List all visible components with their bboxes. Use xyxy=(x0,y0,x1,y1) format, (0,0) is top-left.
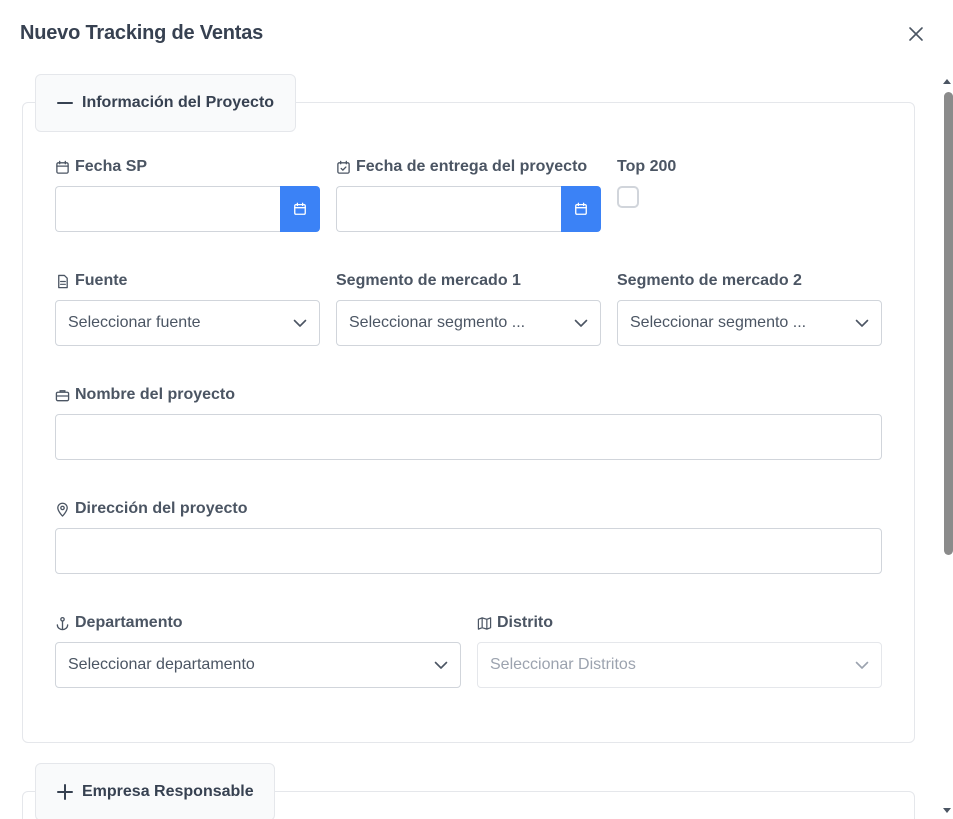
nombre-input[interactable] xyxy=(55,414,882,460)
segmento2-select[interactable]: Seleccionar segmento ... xyxy=(617,300,882,346)
calendar-icon xyxy=(575,202,587,215)
scroll-up-arrow[interactable] xyxy=(943,79,951,84)
departamento-label: Departamento xyxy=(55,614,183,632)
file-text-icon xyxy=(58,274,68,288)
fuente-label-text: Fuente xyxy=(75,272,128,289)
section-title: Empresa Responsable xyxy=(82,783,254,800)
fuente-label: Fuente xyxy=(55,272,127,290)
fecha-entrega-calendar-button[interactable] xyxy=(561,186,601,232)
map-pin-icon xyxy=(57,502,68,517)
chevron-down-icon xyxy=(574,319,588,327)
departamento-select[interactable]: Seleccionar departamento xyxy=(55,642,461,688)
top200-label: Top 200 xyxy=(617,158,676,176)
fecha-sp-input[interactable] xyxy=(55,186,280,232)
fecha-entrega-input[interactable] xyxy=(336,186,561,232)
segmento1-label-text: Segmento de mercado 1 xyxy=(336,272,521,289)
segmento2-label-text: Segmento de mercado 2 xyxy=(617,272,802,289)
fecha-sp-label-text: Fecha SP xyxy=(75,158,148,175)
map-icon xyxy=(477,616,492,630)
distrito-select-value: Seleccionar Distritos xyxy=(490,656,636,673)
segmento1-select-value: Seleccionar segmento ... xyxy=(349,314,526,331)
fecha-entrega-label-text: Fecha de entrega del proyecto xyxy=(356,158,588,175)
fecha-entrega-label: Fecha de entrega del proyecto xyxy=(336,158,587,176)
calendar-icon xyxy=(56,160,69,174)
nombre-label-text: Nombre del proyecto xyxy=(75,386,236,403)
plus-icon xyxy=(57,784,73,800)
direccion-label-text: Dirección del proyecto xyxy=(75,500,248,517)
briefcase-icon xyxy=(55,389,70,401)
fecha-sp-label: Fecha SP xyxy=(55,158,147,176)
fuente-select-value: Seleccionar fuente xyxy=(68,314,201,331)
top200-label-text: Top 200 xyxy=(617,158,677,175)
distrito-select: Seleccionar Distritos xyxy=(477,642,882,688)
fuente-select[interactable]: Seleccionar fuente xyxy=(55,300,320,346)
segmento2-label: Segmento de mercado 2 xyxy=(617,272,802,290)
top200-checkbox[interactable] xyxy=(617,186,639,208)
close-button[interactable] xyxy=(904,22,928,46)
departamento-select-value: Seleccionar departamento xyxy=(68,656,255,673)
segmento1-label: Segmento de mercado 1 xyxy=(336,272,521,290)
scrollbar-thumb[interactable] xyxy=(944,92,953,555)
segmento1-select[interactable]: Seleccionar segmento ... xyxy=(336,300,601,346)
distrito-label: Distrito xyxy=(477,614,553,632)
project-info-toggle[interactable]: Información del Proyecto xyxy=(35,74,296,132)
fecha-sp-calendar-button[interactable] xyxy=(280,186,320,232)
dialog-title: Nuevo Tracking de Ventas xyxy=(20,22,264,44)
chevron-down-icon xyxy=(855,661,869,669)
nombre-label: Nombre del proyecto xyxy=(55,386,235,404)
direccion-label: Dirección del proyecto xyxy=(55,500,248,518)
anchor-icon xyxy=(56,616,69,630)
chevron-down-icon xyxy=(434,661,448,669)
minus-icon xyxy=(57,102,73,104)
close-icon xyxy=(909,27,923,41)
distrito-label-text: Distrito xyxy=(497,614,553,631)
section-title: Información del Proyecto xyxy=(82,94,275,111)
calendar-check-icon xyxy=(337,160,350,174)
calendar-icon xyxy=(294,202,306,215)
company-toggle[interactable]: Empresa Responsable xyxy=(35,763,275,819)
chevron-down-icon xyxy=(855,319,869,327)
chevron-down-icon xyxy=(293,319,307,327)
scroll-down-arrow[interactable] xyxy=(943,808,951,813)
segmento2-select-value: Seleccionar segmento ... xyxy=(630,314,807,331)
departamento-label-text: Departamento xyxy=(75,614,183,631)
direccion-input[interactable] xyxy=(55,528,882,574)
